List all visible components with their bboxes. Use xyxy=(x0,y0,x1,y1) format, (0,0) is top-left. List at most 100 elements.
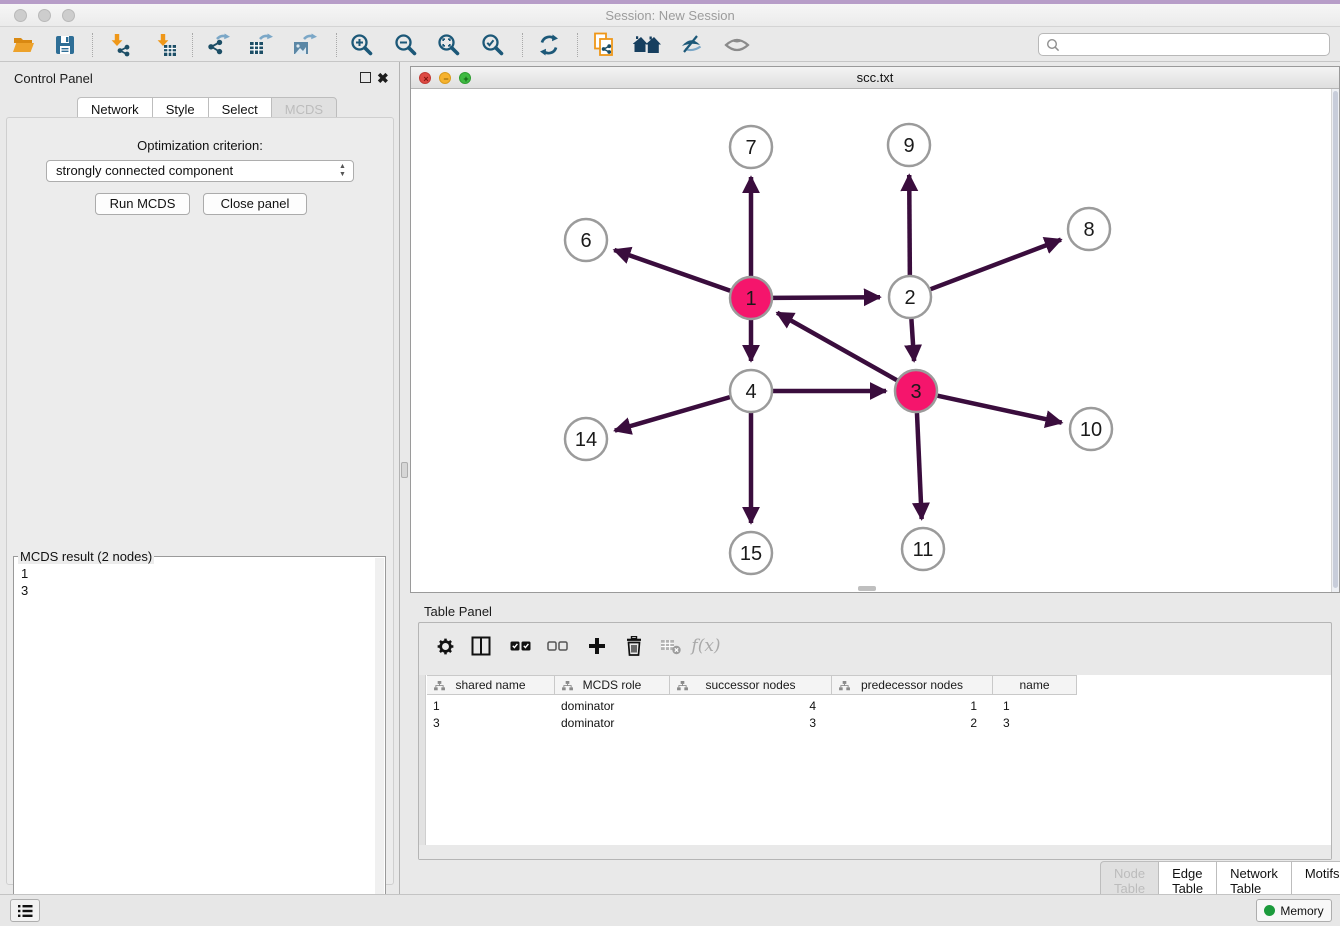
criterion-dropdown[interactable]: strongly connected component ▲▼ xyxy=(46,160,354,182)
refresh-layout-icon[interactable] xyxy=(531,30,567,60)
cell-MCDS-role[interactable]: dominator xyxy=(555,698,670,715)
node-table-container: f(x) shared nameMCDS rolesuccessor nodes… xyxy=(418,622,1332,860)
node-label-10: 10 xyxy=(1080,419,1102,441)
mcds-panel: Optimization criterion: strongly connect… xyxy=(6,117,394,885)
duplicate-network-icon[interactable] xyxy=(586,30,622,60)
mcds-result-title: MCDS result (2 nodes) xyxy=(18,549,154,564)
function-builder-icon[interactable]: f(x) xyxy=(691,631,721,661)
network-horizontal-scroll-thumb[interactable] xyxy=(858,586,876,591)
node-label-14: 14 xyxy=(575,429,597,451)
fx-label: f(x) xyxy=(691,636,720,656)
edge-1-2[interactable] xyxy=(773,297,880,298)
dropdown-stepper-icon: ▲▼ xyxy=(337,163,348,180)
network-minimize-icon[interactable]: − xyxy=(439,72,451,84)
task-history-button[interactable] xyxy=(10,899,40,922)
zoom-out-icon[interactable] xyxy=(388,30,424,60)
table-row-gutter xyxy=(419,675,426,845)
network-vertical-scrollbar[interactable] xyxy=(1331,89,1339,592)
network-overview-icon[interactable] xyxy=(630,30,666,60)
import-table-icon[interactable] xyxy=(147,30,183,60)
minimize-traffic-light[interactable] xyxy=(38,9,51,22)
cell-successor-nodes[interactable]: 3 xyxy=(670,715,832,732)
status-bar: Memory xyxy=(0,894,1340,926)
memory-button[interactable]: Memory xyxy=(1256,899,1332,922)
zoom-traffic-light[interactable] xyxy=(62,9,75,22)
cell-shared-name[interactable]: 3 xyxy=(427,715,555,732)
optimization-criterion-label: Optimization criterion: xyxy=(7,138,393,153)
open-session-icon[interactable] xyxy=(6,30,42,60)
export-network-icon[interactable] xyxy=(200,30,236,60)
add-column-icon[interactable] xyxy=(582,631,612,661)
close-traffic-light[interactable] xyxy=(14,9,27,22)
memory-status-icon xyxy=(1264,905,1275,916)
result-scrollbar[interactable] xyxy=(375,558,384,926)
network-close-icon[interactable]: × xyxy=(419,72,431,84)
show-graphics-details-icon[interactable] xyxy=(674,30,710,60)
cell-predecessor-nodes[interactable]: 2 xyxy=(832,715,993,732)
window-title: Session: New Session xyxy=(0,4,1340,27)
memory-label: Memory xyxy=(1280,904,1323,918)
zoom-fit-icon[interactable] xyxy=(431,30,467,60)
delete-column-icon[interactable] xyxy=(619,631,649,661)
search-input[interactable] xyxy=(1063,35,1323,54)
column-header-successor-nodes[interactable]: successor nodes xyxy=(670,675,832,695)
search-field[interactable] xyxy=(1038,33,1330,56)
edge-4-14[interactable] xyxy=(615,397,730,430)
window-titlebar: Session: New Session xyxy=(0,4,1340,27)
deselect-all-checkboxes-icon[interactable] xyxy=(542,631,572,661)
cell-name[interactable]: 3 xyxy=(993,715,1077,732)
cell-MCDS-role[interactable]: dominator xyxy=(555,715,670,732)
column-header-predecessor-nodes[interactable]: predecessor nodes xyxy=(832,675,993,695)
save-session-icon[interactable] xyxy=(47,30,83,60)
column-header-shared-name[interactable]: shared name xyxy=(427,675,555,695)
zoom-in-icon[interactable] xyxy=(344,30,380,60)
network-maximize-icon[interactable]: + xyxy=(459,72,471,84)
toolbar-separator xyxy=(522,33,523,57)
edge-2-8[interactable] xyxy=(931,240,1061,290)
column-header-MCDS-role[interactable]: MCDS role xyxy=(555,675,670,695)
node-label-9: 9 xyxy=(903,135,914,157)
zoom-selected-icon[interactable] xyxy=(475,30,511,60)
cell-predecessor-nodes[interactable]: 1 xyxy=(832,698,993,715)
bird-eye-view-icon[interactable] xyxy=(719,30,755,60)
select-all-checkboxes-icon[interactable] xyxy=(505,631,535,661)
edge-2-3[interactable] xyxy=(911,319,914,361)
node-label-8: 8 xyxy=(1083,219,1094,241)
run-mcds-button[interactable]: Run MCDS xyxy=(95,193,190,215)
splitter-grip[interactable] xyxy=(401,462,408,478)
toolbar-separator xyxy=(192,33,193,57)
node-label-7: 7 xyxy=(745,137,756,159)
edge-3-1[interactable] xyxy=(777,313,897,380)
import-network-icon[interactable] xyxy=(101,30,137,60)
network-canvas[interactable]: 7968124314101511 xyxy=(411,89,1339,592)
float-panel-icon[interactable] xyxy=(360,72,371,83)
edge-3-10[interactable] xyxy=(937,396,1061,423)
network-window-titlebar: × − + scc.txt xyxy=(411,67,1339,89)
column-chooser-icon[interactable] xyxy=(466,631,496,661)
close-panel-button[interactable]: Close panel xyxy=(203,193,307,215)
application-window: Session: New Session xyxy=(0,0,1340,926)
column-header-name[interactable]: name xyxy=(993,675,1077,695)
main-toolbar xyxy=(0,27,1340,62)
export-table-icon[interactable] xyxy=(243,30,279,60)
node-label-6: 6 xyxy=(580,230,591,252)
edge-2-9[interactable] xyxy=(909,175,910,275)
toolbar-separator xyxy=(577,33,578,57)
close-panel-icon[interactable]: ✖ xyxy=(377,72,389,84)
table-options-gear-icon[interactable] xyxy=(430,631,460,661)
node-table[interactable]: shared nameMCDS rolesuccessor nodesprede… xyxy=(419,675,1331,845)
edge-1-6[interactable] xyxy=(614,250,730,291)
cell-name[interactable]: 1 xyxy=(993,698,1077,715)
export-image-icon[interactable] xyxy=(287,30,323,60)
table-toolbar: f(x) xyxy=(419,623,1331,668)
delete-table-icon[interactable] xyxy=(656,631,686,661)
edge-3-11[interactable] xyxy=(917,413,922,519)
node-label-4: 4 xyxy=(745,381,756,403)
toolbar-separator xyxy=(336,33,337,57)
mcds-result-list: 13 xyxy=(21,565,28,599)
control-panel-title: Control Panel xyxy=(14,71,93,86)
network-graph: 7968124314101511 xyxy=(411,89,1329,592)
cell-successor-nodes[interactable]: 4 xyxy=(670,698,832,715)
node-label-2: 2 xyxy=(904,287,915,309)
cell-shared-name[interactable]: 1 xyxy=(427,698,555,715)
